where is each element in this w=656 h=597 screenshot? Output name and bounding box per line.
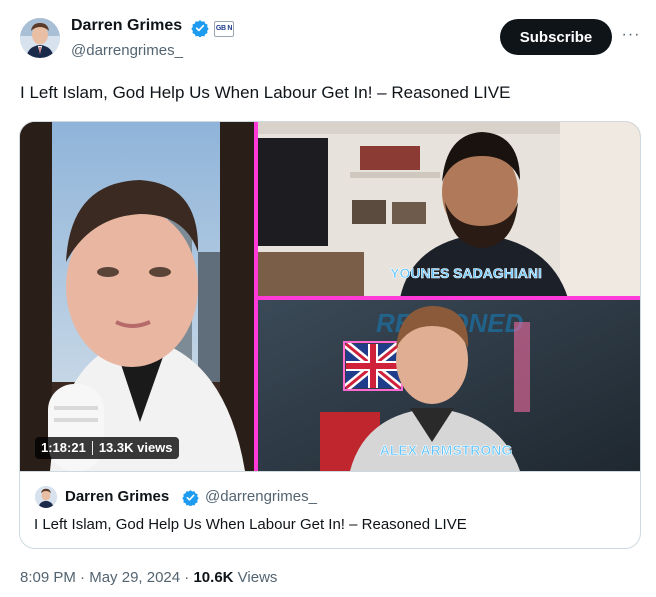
quoted-text: I Left Islam, God Help Us When Labour Ge… bbox=[34, 516, 467, 533]
author-avatar[interactable] bbox=[20, 18, 60, 58]
post-date[interactable]: May 29, 2024 bbox=[89, 569, 180, 586]
quoted-verified-badge-icon bbox=[182, 489, 199, 507]
more-options-icon[interactable]: ··· bbox=[620, 25, 642, 47]
post-time[interactable]: 8:09 PM bbox=[20, 569, 76, 586]
views-label[interactable]: Views bbox=[238, 569, 278, 586]
verified-badge-icon[interactable] bbox=[191, 19, 209, 38]
view-count[interactable]: 10.6K bbox=[193, 569, 233, 586]
video-stats-overlay: 1:18:21 13.3K views bbox=[35, 437, 179, 459]
separator-dot: · bbox=[80, 569, 90, 586]
quoted-author-handle[interactable]: @darrengrimes_ bbox=[205, 488, 317, 505]
bottom-guest-label: ALEX ARMSTRONG bbox=[380, 442, 513, 458]
video-duration: 1:18:21 bbox=[41, 440, 86, 455]
top-guest-label: YOUNES SADAGHIANI bbox=[390, 265, 542, 281]
affiliation-badge-icon[interactable]: GB N bbox=[214, 21, 234, 37]
author-handle[interactable]: @darrengrimes_ bbox=[71, 42, 183, 59]
video-thumbnail[interactable]: YOUNES SADAGHIANI REASONED bbox=[20, 122, 640, 471]
video-card[interactable]: YOUNES SADAGHIANI REASONED bbox=[19, 121, 641, 549]
divider bbox=[91, 441, 93, 455]
video-views: 13.3K views bbox=[98, 440, 173, 455]
author-name[interactable]: Darren Grimes bbox=[71, 17, 182, 35]
tweet-text: I Left Islam, God Help Us When Labour Ge… bbox=[20, 83, 511, 102]
subscribe-button[interactable]: Subscribe bbox=[500, 19, 612, 55]
post-meta: 8:09 PM · May 29, 2024 · 10.6K Views bbox=[20, 569, 277, 586]
quoted-author-name[interactable]: Darren Grimes bbox=[65, 488, 169, 505]
quoted-post[interactable]: Darren Grimes @darrengrimes_ I Left Isla… bbox=[20, 471, 640, 548]
quoted-author-avatar[interactable] bbox=[35, 486, 57, 508]
